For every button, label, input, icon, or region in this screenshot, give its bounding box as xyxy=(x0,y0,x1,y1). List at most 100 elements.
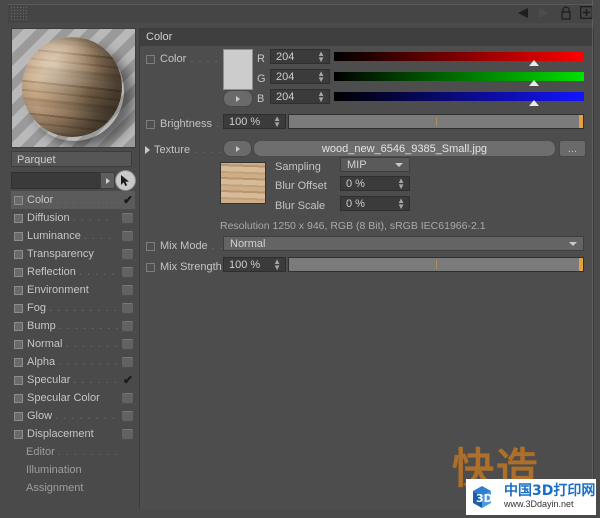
drag-grip-icon[interactable] xyxy=(10,6,28,20)
channel-label: Reflection xyxy=(27,266,76,278)
channel-row[interactable]: Normal. . . . . . . xyxy=(11,335,135,353)
blur-offset-input[interactable]: 0 % ▲ ▼ xyxy=(340,176,410,191)
channel-row[interactable]: Bump. . . . . . . . xyxy=(11,317,135,335)
texture-filename-field[interactable]: wood_new_6546_9385_Small.jpg xyxy=(253,140,556,157)
color-b-slider[interactable] xyxy=(334,92,584,106)
slider-handle[interactable] xyxy=(579,115,583,128)
stepper-icon[interactable]: ▲ ▼ xyxy=(317,90,325,104)
mix-strength-enable-checkbox[interactable] xyxy=(146,262,155,272)
channel-enable-checkbox[interactable] xyxy=(14,375,23,385)
channel-row[interactable]: Transparency xyxy=(11,245,135,263)
page-row[interactable]: Illumination xyxy=(11,461,135,479)
channel-row[interactable]: Displacement xyxy=(11,425,135,443)
channel-label: Environment xyxy=(27,284,89,296)
brightness-slider[interactable] xyxy=(288,114,584,129)
page-row[interactable]: Assignment xyxy=(11,479,135,497)
stepper-icon[interactable]: ▲ ▼ xyxy=(273,258,281,272)
channel-row[interactable]: Environment xyxy=(11,281,135,299)
color-enable-checkbox[interactable] xyxy=(146,54,155,64)
channel-preview-swatch[interactable] xyxy=(122,266,133,278)
channel-row[interactable]: Color. . . . . . . . . ✔ xyxy=(11,191,135,209)
channel-label: Normal xyxy=(27,338,63,350)
channel-preview-swatch[interactable] xyxy=(122,320,133,332)
channel-preview-swatch[interactable] xyxy=(122,212,133,224)
mix-strength-label: Mix Strength xyxy=(160,261,222,273)
channel-preview-swatch[interactable] xyxy=(122,302,133,314)
slider-handle[interactable] xyxy=(529,80,539,86)
color-b-input[interactable]: 204 ▲ ▼ xyxy=(270,89,330,104)
mix-mode-enable-checkbox[interactable] xyxy=(146,241,155,251)
search-dropdown-button[interactable] xyxy=(100,172,115,189)
channel-enable-checkbox[interactable] xyxy=(14,249,23,259)
color-r-slider[interactable] xyxy=(334,52,584,66)
texture-expand-icon[interactable] xyxy=(145,146,150,154)
channel-preview-swatch[interactable] xyxy=(122,392,133,404)
texture-menu-button[interactable] xyxy=(223,140,252,157)
channel-enable-checkbox[interactable] xyxy=(14,339,23,349)
channel-enable-checkbox[interactable] xyxy=(14,357,23,367)
brightness-enable-checkbox[interactable] xyxy=(146,119,155,129)
pick-cursor-button[interactable] xyxy=(115,170,136,191)
channel-enable-checkbox[interactable] xyxy=(14,285,23,295)
forward-arrow-icon[interactable] xyxy=(537,5,552,20)
brightness-input[interactable]: 100 % ▲ ▼ xyxy=(223,114,286,129)
color-r-input[interactable]: 204 ▲ ▼ xyxy=(270,49,330,64)
back-arrow-icon[interactable] xyxy=(516,5,531,20)
mix-mode-dropdown[interactable]: Normal xyxy=(223,236,584,251)
blur-scale-input[interactable]: 0 % ▲ ▼ xyxy=(340,196,410,211)
stepper-icon[interactable]: ▲ ▼ xyxy=(317,50,325,64)
channel-preview-swatch[interactable] xyxy=(122,356,133,368)
channel-row[interactable]: Specular Color xyxy=(11,389,135,407)
channel-enable-checkbox[interactable] xyxy=(14,213,23,223)
channel-enable-checkbox[interactable] xyxy=(14,267,23,277)
preview-sphere xyxy=(22,37,122,137)
page-row[interactable]: Editor. . . . . . . . xyxy=(11,443,135,461)
channel-row[interactable]: Glow. . . . . . . . . xyxy=(11,407,135,425)
material-preview[interactable] xyxy=(11,28,136,148)
channel-enable-checkbox[interactable] xyxy=(14,303,23,313)
stepper-icon[interactable]: ▲ ▼ xyxy=(397,197,405,211)
channel-preview-swatch[interactable] xyxy=(122,428,133,440)
color-g-slider[interactable] xyxy=(334,72,584,86)
channel-row[interactable]: Fog. . . . . . . . . . xyxy=(11,299,135,317)
titlebar-inner xyxy=(8,4,592,23)
channel-enable-checkbox[interactable] xyxy=(14,429,23,439)
mix-strength-slider[interactable] xyxy=(288,257,584,272)
search-input[interactable] xyxy=(11,172,101,189)
slider-handle[interactable] xyxy=(529,100,539,106)
stepper-icon[interactable]: ▲ ▼ xyxy=(273,115,281,129)
channel-preview-swatch[interactable] xyxy=(122,230,133,242)
stepper-icon[interactable]: ▲ ▼ xyxy=(317,70,325,84)
material-name-field[interactable]: Parquet xyxy=(11,151,132,167)
channel-row[interactable]: Reflection. . . . . xyxy=(11,263,135,281)
stepper-icon[interactable]: ▲ ▼ xyxy=(397,177,405,191)
channel-preview-swatch[interactable] xyxy=(122,248,133,260)
channel-row[interactable]: Alpha. . . . . . . . xyxy=(11,353,135,371)
channel-preview-swatch[interactable] xyxy=(122,284,133,296)
channel-row[interactable]: Luminance. . . . xyxy=(11,227,135,245)
color-swatch[interactable] xyxy=(223,49,253,90)
texture-browse-button[interactable]: ... xyxy=(559,140,586,157)
channel-enable-checkbox[interactable] xyxy=(14,393,23,403)
blur-scale-label: Blur Scale xyxy=(275,200,326,212)
sampling-dropdown[interactable]: MIP xyxy=(340,157,410,172)
channel-row[interactable]: Diffusion. . . . . xyxy=(11,209,135,227)
channel-enable-checkbox[interactable] xyxy=(14,411,23,421)
channel-enable-checkbox[interactable] xyxy=(14,195,23,205)
color-expand-button[interactable] xyxy=(223,90,253,107)
channel-preview-swatch[interactable] xyxy=(122,338,133,350)
slider-handle[interactable] xyxy=(579,258,583,271)
slider-handle[interactable] xyxy=(529,60,539,66)
texture-thumbnail[interactable] xyxy=(220,162,266,204)
color-g-input[interactable]: 204 ▲ ▼ xyxy=(270,69,330,84)
channel-dots: . . . . . . xyxy=(73,374,118,386)
channel-enable-checkbox[interactable] xyxy=(14,321,23,331)
channel-preview-swatch[interactable] xyxy=(122,410,133,422)
channel-dots: . . . . . . . xyxy=(65,338,119,350)
brightness-dots: . xyxy=(215,118,221,130)
brightness-label-group: Brightness . xyxy=(146,118,220,130)
mix-strength-input[interactable]: 100 % ▲ ▼ xyxy=(223,257,286,272)
channel-enable-checkbox[interactable] xyxy=(14,231,23,241)
channel-row[interactable]: Specular. . . . . . ✔ xyxy=(11,371,135,389)
lock-icon[interactable] xyxy=(558,5,573,20)
